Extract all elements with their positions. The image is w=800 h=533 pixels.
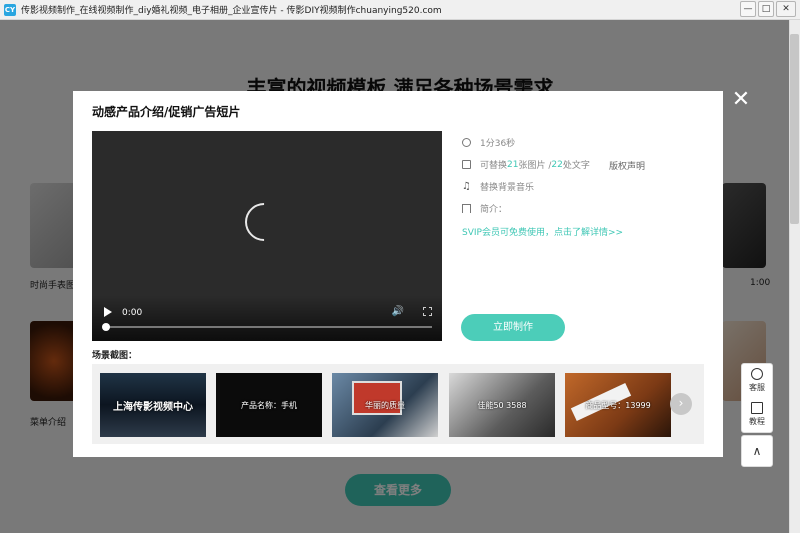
window-controls: — □ ✕ — [740, 1, 796, 17]
headset-icon — [751, 368, 763, 380]
replace-mid: 张图片 / — [518, 161, 552, 171]
modal-title: 动感产品介绍/促销广告短片 — [92, 105, 241, 119]
volume-icon[interactable]: 🔊 — [392, 306, 404, 317]
scene-thumb-text: 华丽的质量 — [365, 401, 405, 410]
scene-thumb-text: 商品型号：13999 — [585, 401, 651, 410]
scene-screenshots-label: 场景截图： — [92, 351, 138, 361]
scene-thumb[interactable]: 上海传影视频中心 — [100, 373, 206, 437]
tutorial-label: 教程 — [749, 417, 765, 426]
replace-text-count: 22 — [551, 159, 563, 170]
svip-link[interactable]: SVIP会员可免费使用，点击了解详情>> — [462, 225, 712, 238]
play-icon[interactable] — [104, 307, 112, 317]
scene-thumb-text: 上海传影视频中心 — [113, 402, 193, 413]
template-info: 1分36秒 可替换 21 张图片 / 22 处文字 版权声明 ♫ 替换背景音乐 简介：… — [462, 137, 712, 238]
replace-prefix: 可替换 — [480, 161, 508, 171]
music-text: 替换背景音乐 — [480, 183, 535, 193]
bookmark-icon — [462, 204, 471, 213]
copyright-link[interactable]: 版权声明 — [609, 159, 645, 172]
fullscreen-icon[interactable] — [423, 307, 432, 316]
window-titlebar: CY 传影视频制作_在线视频制作_diy婚礼视频_电子相册_企业宣传片 - 传影… — [0, 0, 800, 20]
app-icon: CY — [4, 3, 16, 16]
window-close-button[interactable]: ✕ — [776, 1, 796, 17]
replace-row: 可替换 21 张图片 / 22 处文字 版权声明 — [462, 159, 712, 172]
make-now-button[interactable]: 立即制作 — [461, 314, 565, 341]
scene-thumb[interactable]: 商品型号：13999 — [565, 373, 671, 437]
music-note-icon: ♫ — [462, 181, 471, 192]
page-scrollbar[interactable] — [789, 20, 800, 533]
back-to-top-button[interactable]: ∧ — [741, 435, 773, 467]
duration-value: 1分36秒 — [480, 139, 516, 149]
customer-service-label: 客服 — [749, 383, 765, 392]
clock-icon — [462, 138, 471, 147]
player-time: 0:00 — [122, 308, 143, 318]
progress-bar[interactable] — [102, 323, 432, 331]
next-arrow-icon[interactable]: › — [670, 393, 692, 415]
progress-knob[interactable] — [102, 323, 110, 331]
scene-thumb[interactable]: 佳能50 3588 — [449, 373, 555, 437]
video-player[interactable]: 0:00 🔊 — [92, 131, 442, 341]
scroll-thumb[interactable] — [790, 34, 799, 224]
scene-thumb[interactable]: 华丽的质量 — [332, 373, 438, 437]
replace-suffix: 处文字 — [562, 161, 590, 171]
replace-image-count: 21 — [507, 159, 519, 170]
side-toolbar: 客服 教程 — [741, 363, 773, 433]
minimize-button[interactable]: — — [740, 1, 756, 17]
scene-thumb-text: 佳能50 3588 — [477, 401, 527, 410]
window-title: 传影视频制作_在线视频制作_diy婚礼视频_电子相册_企业宣传片 - 传影DIY… — [21, 6, 442, 16]
template-preview-modal: 动感产品介绍/促销广告短片 0:00 🔊 1分36秒 可替换 21 张图片 / 22… — [73, 91, 723, 457]
edit-icon — [462, 160, 471, 169]
tutorial-button[interactable]: 教程 — [742, 398, 772, 432]
loading-spinner-icon — [237, 195, 291, 249]
scene-thumb-text: 产品名称：手机 — [241, 401, 297, 410]
maximize-button[interactable]: □ — [758, 1, 774, 17]
music-row: ♫ 替换背景音乐 — [462, 181, 712, 194]
duration-row: 1分36秒 — [462, 137, 712, 149]
player-controls-bg — [92, 295, 442, 341]
modal-close-icon[interactable]: ✕ — [730, 89, 752, 112]
intro-row: 简介： — [462, 203, 712, 215]
intro-label: 简介： — [480, 205, 508, 215]
scene-thumb[interactable]: 产品名称：手机 — [216, 373, 322, 437]
customer-service-button[interactable]: 客服 — [742, 364, 772, 398]
scene-screenshot-strip: 上海传影视频中心 产品名称：手机 华丽的质量 佳能50 3588 商品型号：13… — [92, 364, 704, 444]
book-icon — [751, 402, 763, 414]
